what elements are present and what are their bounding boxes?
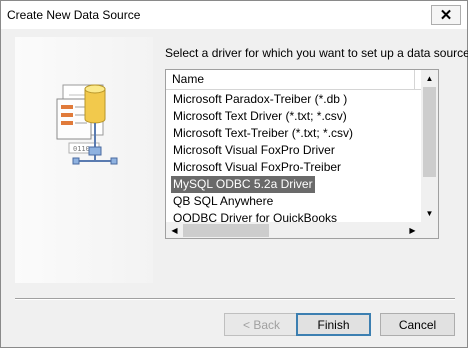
scroll-left-icon[interactable]: ◀ bbox=[166, 222, 183, 238]
driver-name: QODBC Driver for QuickBooks bbox=[173, 211, 338, 222]
scrollbar-corner bbox=[421, 222, 438, 238]
scroll-up-icon[interactable]: ▲ bbox=[421, 70, 438, 87]
svg-text:0110: 0110 bbox=[73, 145, 90, 153]
window-title: Create New Data Source bbox=[7, 8, 141, 22]
close-icon: ✕ bbox=[439, 7, 453, 24]
horizontal-scroll-thumb[interactable] bbox=[183, 224, 269, 237]
driver-name: Microsoft Visual FoxPro-Treiber bbox=[173, 160, 342, 174]
title-bar[interactable]: Create New Data Source ✕ bbox=[1, 1, 467, 29]
button-separator bbox=[15, 298, 455, 300]
driver-name: Microsoft Text-Treiber (*.txt; *.csv) bbox=[173, 126, 354, 140]
list-item[interactable]: Microsoft Visual FoxPro-Treiber 1 bbox=[166, 159, 421, 176]
driver-name: QB SQL Anywhere bbox=[173, 194, 274, 208]
create-data-source-dialog: Create New Data Source ✕ 0110 Select a d… bbox=[0, 0, 468, 348]
close-button[interactable]: ✕ bbox=[431, 5, 461, 25]
horizontal-scrollbar[interactable]: ◀ ▶ bbox=[166, 222, 421, 238]
finish-button[interactable]: Finish bbox=[296, 313, 371, 336]
driver-listview[interactable]: Name V Microsoft Paradox-Treiber (*.db )… bbox=[165, 69, 439, 239]
vertical-scroll-thumb[interactable] bbox=[423, 87, 436, 177]
driver-name: Microsoft Paradox-Treiber (*.db ) bbox=[173, 92, 348, 106]
driver-name: MySQL ODBC 5.2a Driver bbox=[171, 176, 315, 193]
cancel-button[interactable]: Cancel bbox=[380, 313, 455, 336]
list-item[interactable]: Microsoft Text Driver (*.txt; *.csv) 6 bbox=[166, 108, 421, 125]
driver-name: Microsoft Visual FoxPro Driver bbox=[173, 143, 335, 157]
back-button[interactable]: < Back bbox=[224, 313, 299, 336]
list-item-selected[interactable]: MySQL ODBC 5.2a Driver 5 bbox=[166, 176, 421, 193]
driver-name: Microsoft Text Driver (*.txt; *.csv) bbox=[173, 109, 347, 123]
vertical-scrollbar[interactable]: ▲ ▼ bbox=[421, 70, 438, 222]
instruction-text: Select a driver for which you want to se… bbox=[165, 46, 468, 60]
scroll-right-icon[interactable]: ▶ bbox=[404, 222, 421, 238]
scroll-down-icon[interactable]: ▼ bbox=[421, 205, 438, 222]
list-item[interactable]: Microsoft Paradox-Treiber (*.db ) 6 bbox=[166, 91, 421, 108]
column-header-name[interactable]: Name bbox=[166, 70, 415, 89]
list-item[interactable]: Microsoft Text-Treiber (*.txt; *.csv) 6 bbox=[166, 125, 421, 142]
wizard-illustration-panel: 0110 bbox=[15, 37, 153, 283]
list-item[interactable]: QB SQL Anywhere 1 bbox=[166, 193, 421, 210]
list-header: Name V bbox=[166, 70, 438, 90]
database-network-icon: 0110 bbox=[56, 84, 118, 165]
driver-rows: Microsoft Paradox-Treiber (*.db ) 6 Micr… bbox=[166, 91, 421, 222]
list-item[interactable]: QODBC Driver for QuickBooks 1 bbox=[166, 210, 421, 222]
list-item[interactable]: Microsoft Visual FoxPro Driver 1 bbox=[166, 142, 421, 159]
